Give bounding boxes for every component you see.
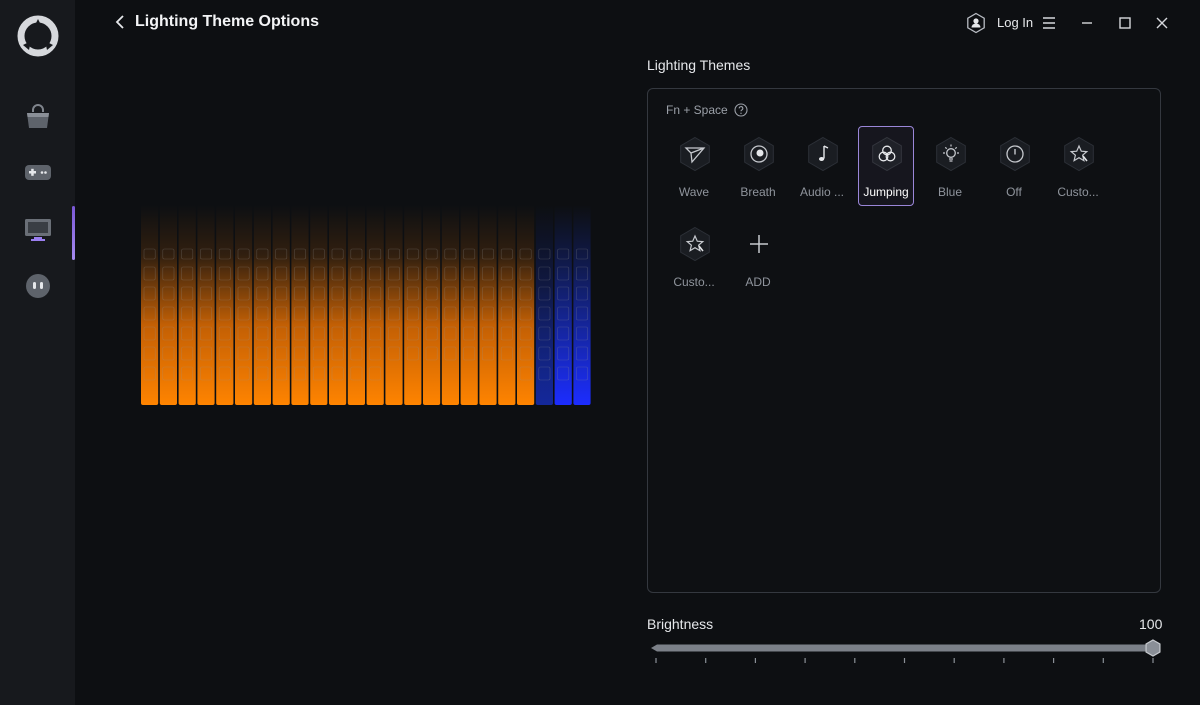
brightness-slider[interactable] — [651, 638, 1163, 668]
music-note-icon — [808, 136, 838, 172]
close-icon[interactable] — [1150, 11, 1174, 35]
slider-track — [651, 644, 1153, 652]
theme-off[interactable]: Off — [986, 126, 1042, 206]
monitor-icon — [24, 219, 51, 241]
theme-audio[interactable]: Audio ... — [794, 126, 850, 206]
lighting-themes-title: Lighting Themes — [647, 57, 751, 73]
brightness-label: Brightness — [647, 616, 714, 632]
sidebar-item-store[interactable] — [0, 92, 75, 140]
title-bar: Lighting Theme Options Log In — [75, 0, 1200, 46]
sidebar-item-games[interactable] — [0, 148, 75, 196]
menu-icon[interactable] — [1037, 11, 1061, 35]
theme-label: Custo... — [673, 275, 715, 289]
light-column — [272, 205, 290, 405]
light-column — [197, 205, 215, 405]
light-column — [366, 205, 384, 405]
light-column — [404, 205, 422, 405]
sidebar — [0, 0, 75, 705]
add-theme-button[interactable]: ADD — [730, 216, 786, 296]
light-column — [441, 205, 459, 405]
theme-wave[interactable]: Wave — [666, 126, 722, 206]
paper-plane-icon — [680, 136, 710, 172]
theme-label: Breath — [740, 185, 776, 199]
light-column — [573, 205, 591, 405]
custom-star-icon — [1064, 136, 1094, 172]
power-icon — [1000, 136, 1030, 172]
theme-custom-2[interactable]: Custo... — [666, 216, 722, 296]
page-title: Lighting Theme Options — [135, 13, 319, 30]
minimize-icon[interactable] — [1075, 11, 1099, 35]
shopping-bag-icon — [26, 104, 49, 128]
theme-jumping[interactable]: Jumping — [858, 126, 914, 206]
light-column — [235, 205, 253, 405]
light-column — [291, 205, 309, 405]
light-column — [159, 205, 177, 405]
hotkey-label: Fn + Space — [666, 103, 728, 117]
breath-icon — [744, 136, 774, 172]
light-bulb-icon — [936, 136, 966, 172]
light-column — [329, 205, 347, 405]
keyboard-preview — [141, 205, 591, 405]
light-column — [216, 205, 234, 405]
custom-star-icon — [680, 226, 710, 262]
light-column — [310, 205, 328, 405]
light-column — [141, 205, 159, 405]
gamepad-icon — [24, 165, 51, 180]
light-column — [423, 205, 441, 405]
jumping-circles-icon — [872, 136, 902, 172]
hotkey-hint: Fn + Space — [666, 103, 748, 117]
theme-label: ADD — [745, 275, 771, 289]
login-button[interactable]: Log In — [997, 15, 1033, 30]
light-column — [178, 205, 196, 405]
light-column — [535, 205, 553, 405]
theme-blue[interactable]: Blue — [922, 126, 978, 206]
light-column — [460, 205, 478, 405]
light-column — [517, 205, 535, 405]
theme-label: Blue — [937, 185, 963, 199]
theme-label: Jumping — [863, 185, 909, 199]
app-logo[interactable] — [15, 13, 61, 59]
lighting-themes-panel: Fn + Space Wave Breath Audio ... Jumping… — [647, 88, 1161, 593]
theme-label: Custo... — [1057, 185, 1099, 199]
light-column — [385, 205, 403, 405]
light-column — [479, 205, 497, 405]
face-icon — [25, 274, 50, 298]
user-avatar-icon[interactable] — [965, 12, 987, 34]
slider-thumb[interactable] — [1145, 639, 1161, 657]
light-column — [253, 205, 271, 405]
light-column — [347, 205, 365, 405]
sidebar-item-device[interactable] — [0, 206, 75, 260]
maximize-icon[interactable] — [1113, 11, 1137, 35]
brightness-value: 100 — [1139, 616, 1163, 632]
back-arrow-icon[interactable] — [111, 12, 131, 32]
theme-label: Off — [1006, 185, 1022, 199]
sidebar-item-profile[interactable] — [0, 262, 75, 310]
theme-breath[interactable]: Breath — [730, 126, 786, 206]
theme-custom-1[interactable]: Custo... — [1050, 126, 1106, 206]
plus-icon — [750, 235, 768, 253]
light-column — [554, 205, 572, 405]
theme-label: Wave — [678, 185, 710, 199]
help-icon[interactable] — [734, 103, 748, 117]
theme-label: Audio ... — [799, 185, 845, 199]
light-column — [498, 205, 516, 405]
slider-ticks — [655, 658, 1154, 663]
